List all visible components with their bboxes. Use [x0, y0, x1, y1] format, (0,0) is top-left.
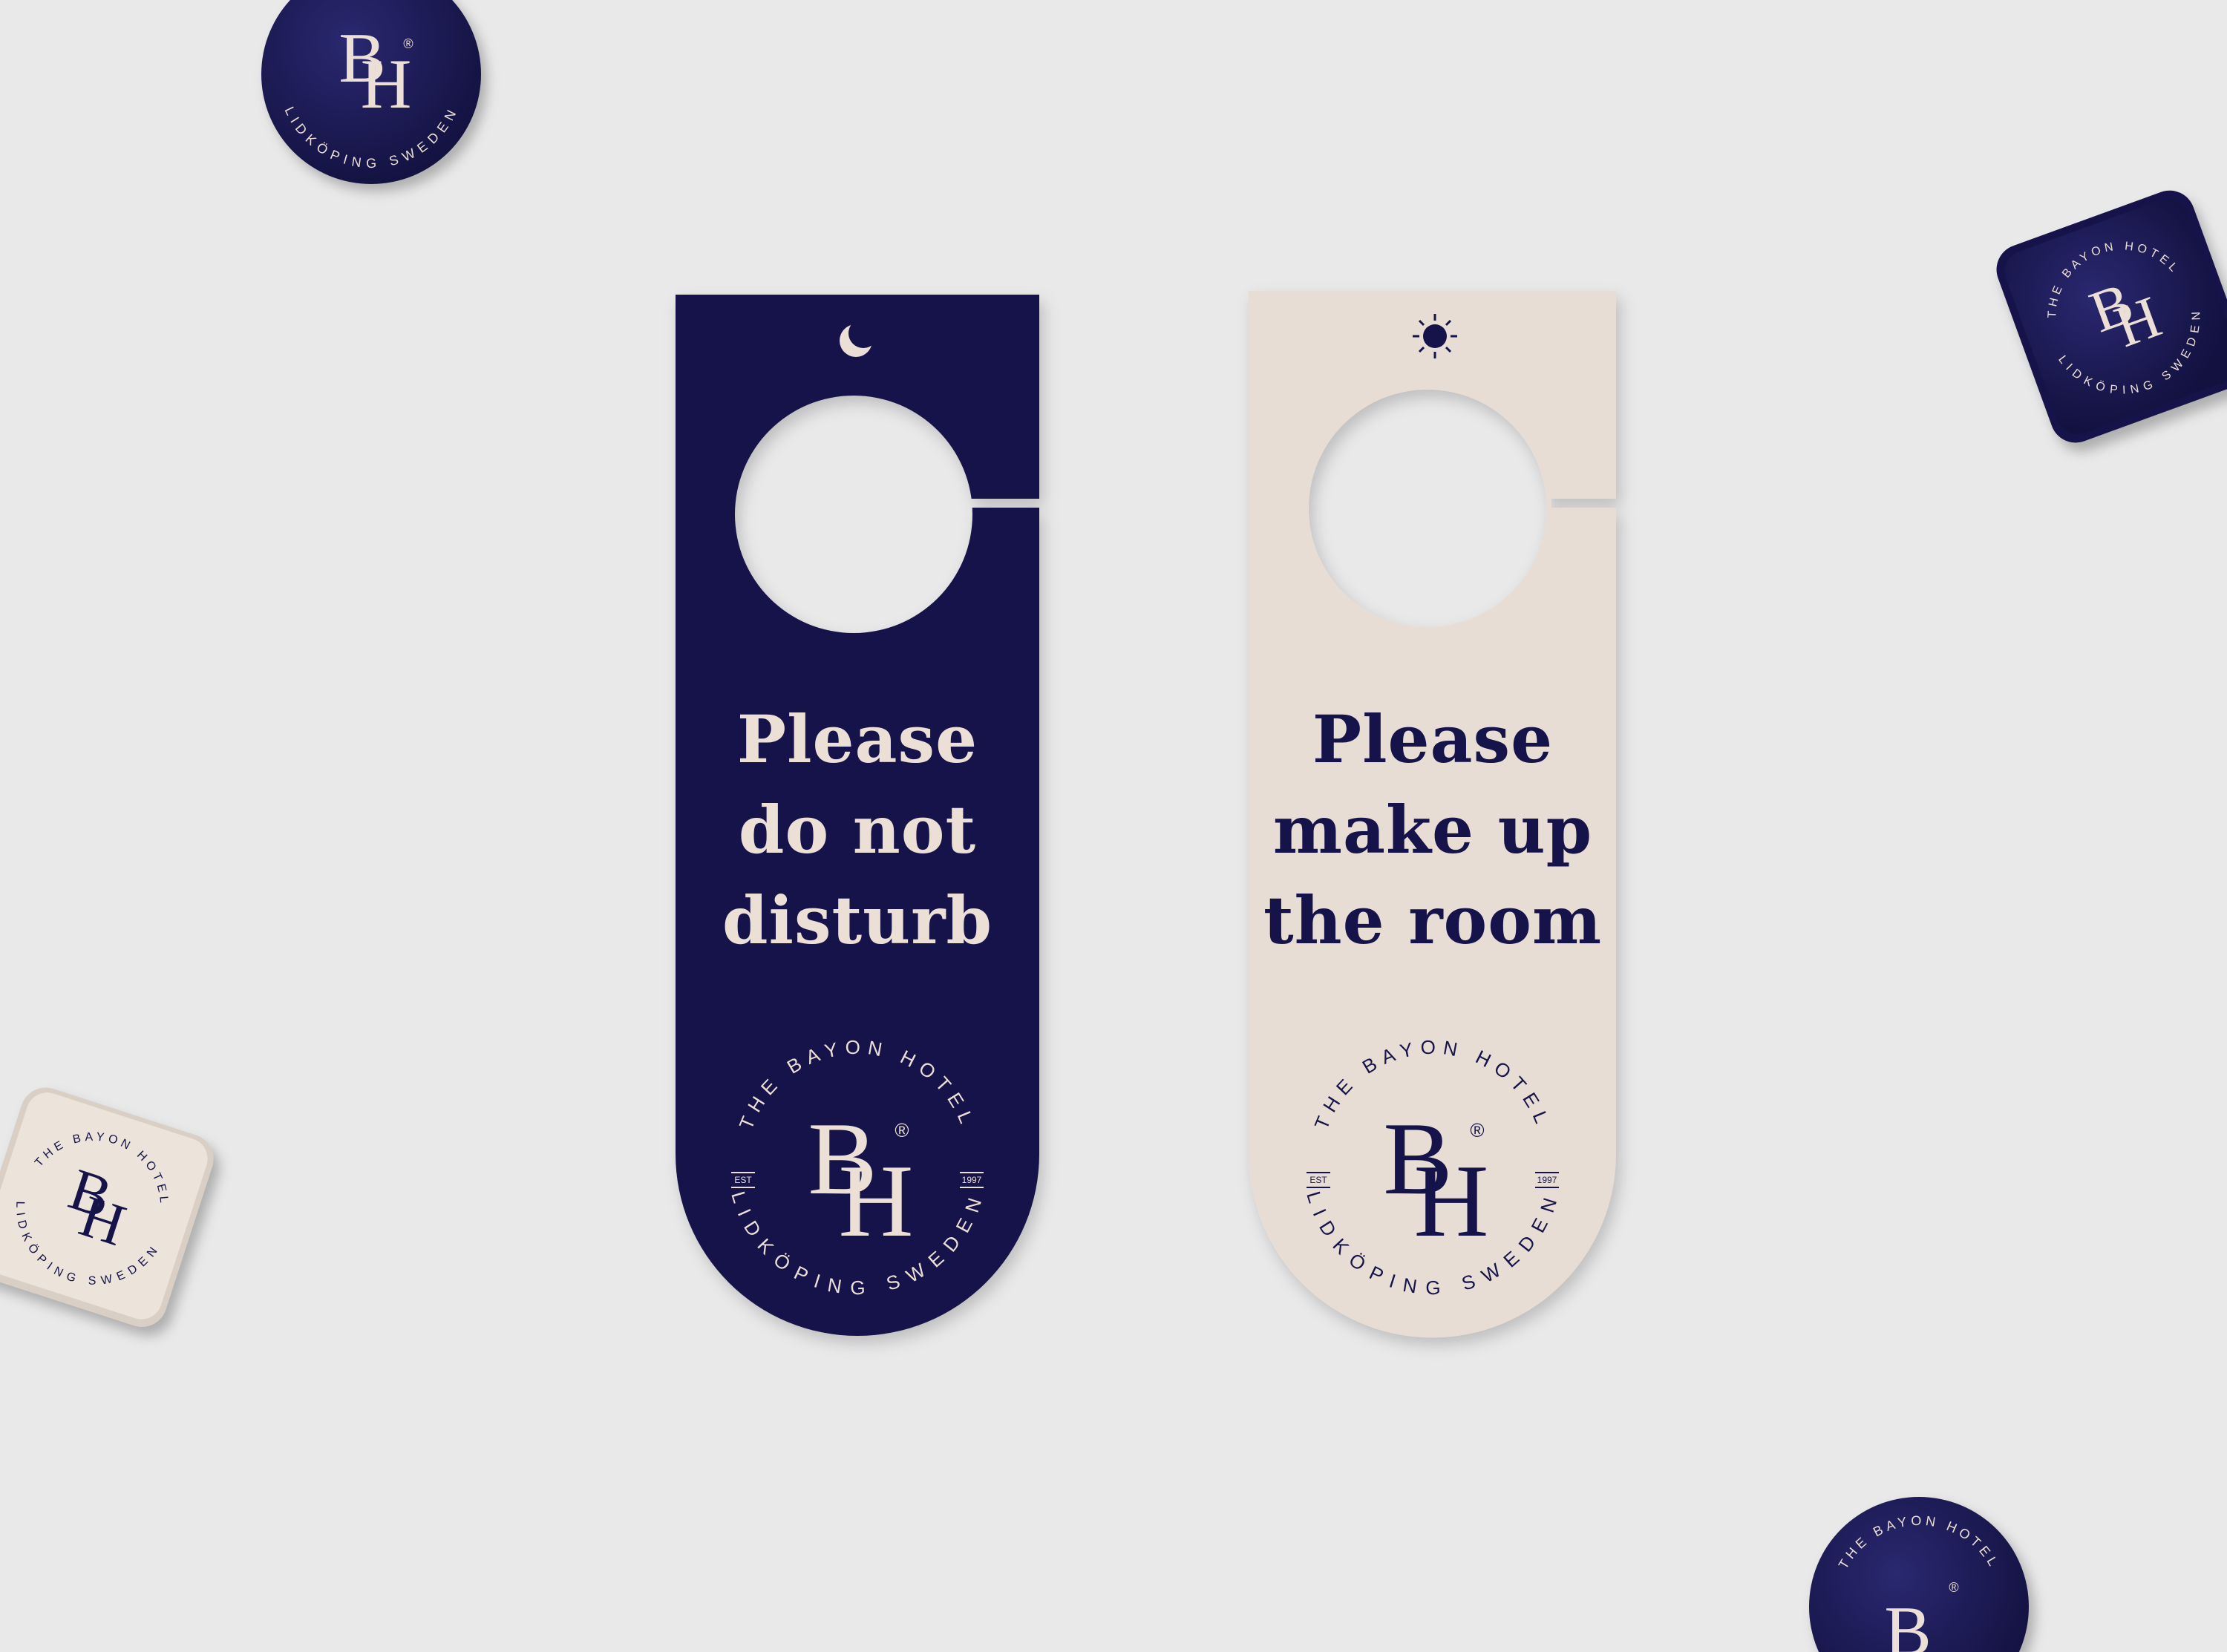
svg-text:®: ® — [1949, 1580, 1958, 1595]
svg-text:®: ® — [1470, 1119, 1484, 1141]
svg-text:®: ® — [403, 36, 413, 51]
svg-text:®: ® — [895, 1119, 909, 1141]
message-line-1: Please — [736, 701, 978, 778]
message-line-3: disturb — [722, 882, 993, 959]
square-badge-left: THE BAYON HOTEL LIDKÖPING SWEDEN B H — [0, 1087, 214, 1328]
square-badge-top-right: THE BAYON HOTEL LIDKÖPING SWEDEN B H — [1996, 190, 2227, 443]
message-line-2: make up — [1272, 791, 1593, 868]
hanger-message: Please do not disturb — [672, 694, 1043, 966]
hotel-logo: THE BAYON HOTEL LIDKÖPING SWEDEN B H ® E… — [727, 1036, 984, 1299]
svg-text:H: H — [1413, 1144, 1488, 1259]
round-badge-top-left: LIDKÖPING SWEDEN B H ® — [261, 0, 481, 184]
message-line-3: the room — [1263, 882, 1603, 959]
round-badge-bottom-right: THE BAYON HOTEL B ® — [1809, 1497, 2029, 1652]
door-hanger-do-not-disturb: Please do not disturb THE BAYON HOTEL LI… — [672, 293, 1043, 1347]
svg-text:H: H — [361, 45, 412, 123]
product-scene: Please do not disturb THE BAYON HOTEL LI… — [0, 0, 2227, 1652]
message-line-1: Please — [1312, 701, 1554, 778]
svg-text:1997: 1997 — [1537, 1175, 1557, 1185]
svg-text:B: B — [1884, 1592, 1931, 1652]
hanger-message: Please make up the room — [1247, 694, 1618, 966]
sun-icon — [1413, 314, 1457, 358]
moon-icon — [840, 318, 878, 357]
svg-text:EST: EST — [1309, 1175, 1327, 1185]
message-line-2: do not — [738, 791, 977, 868]
svg-text:H: H — [838, 1144, 913, 1259]
svg-text:EST: EST — [734, 1175, 752, 1185]
hotel-logo: THE BAYON HOTEL LIDKÖPING SWEDEN B H ® E… — [1302, 1036, 1559, 1299]
svg-text:1997: 1997 — [962, 1175, 982, 1185]
door-hanger-make-up-room: Please make up the room THE BAYON HOTEL … — [1247, 289, 1618, 1351]
